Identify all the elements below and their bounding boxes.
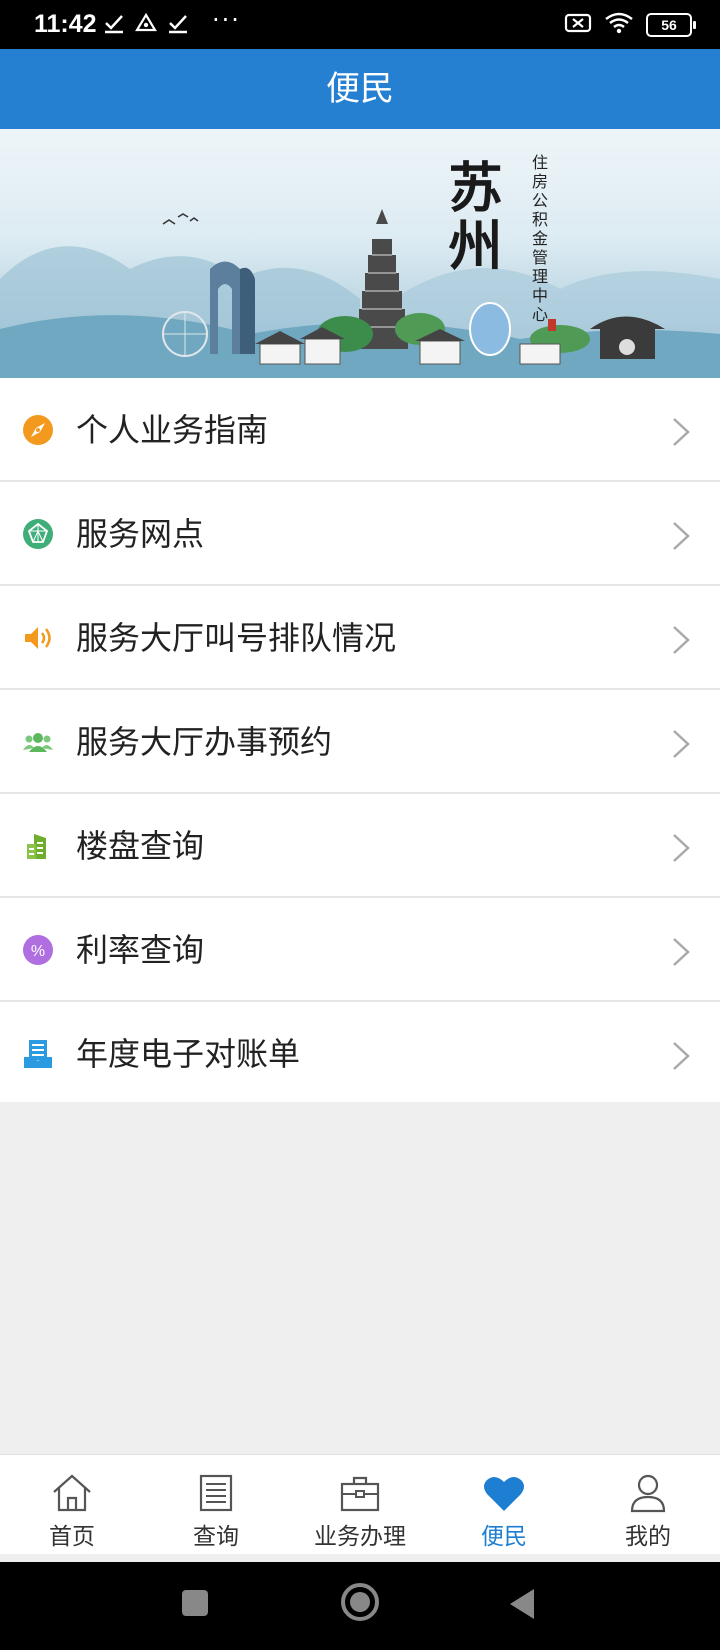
wifi-icon	[604, 12, 634, 38]
menu-item-label: 年度电子对账单	[76, 1035, 301, 1073]
tab-business[interactable]: 业务办理	[288, 1455, 432, 1555]
no-sim-icon	[564, 12, 592, 38]
percent-icon: %	[23, 935, 53, 965]
menu-item-property-query[interactable]: 楼盘查询	[0, 794, 720, 898]
location-network-icon	[23, 519, 53, 549]
tab-profile[interactable]: 我的	[576, 1455, 720, 1555]
compass-icon	[23, 415, 53, 445]
menu-item-label: 个人业务指南	[76, 411, 269, 449]
status-notification-icons	[103, 12, 189, 34]
menu-item-appointment[interactable]: 服务大厅办事预约	[0, 690, 720, 794]
menu-item-queue-status[interactable]: 服务大厅叫号排队情况	[0, 586, 720, 690]
drive-icon	[135, 12, 157, 34]
heart-icon	[484, 1476, 524, 1511]
check-icon	[103, 12, 125, 34]
chevron-right-icon	[673, 418, 690, 446]
speaker-icon	[25, 627, 51, 649]
tab-label: 便民	[481, 1524, 527, 1550]
menu-item-label: 服务大厅办事预约	[76, 723, 333, 761]
menu-item-label: 楼盘查询	[76, 827, 205, 865]
service-menu: 个人业务指南 服务网点 服务大厅叫号排队情况 服务大厅办事预约 楼盘查询 % 利…	[0, 378, 720, 1102]
tab-query[interactable]: 查询	[144, 1455, 288, 1555]
back-button[interactable]	[506, 1586, 538, 1622]
system-navigation-bar	[0, 1562, 720, 1650]
chevron-right-icon	[673, 730, 690, 758]
chevron-right-icon	[673, 834, 690, 862]
home-icon	[53, 1474, 91, 1512]
recent-apps-button[interactable]	[180, 1588, 210, 1618]
status-time: 11:42	[34, 10, 97, 38]
tab-label: 我的	[625, 1524, 671, 1550]
chevron-right-icon	[673, 938, 690, 966]
tab-label: 业务办理	[314, 1524, 406, 1550]
more-notifications-icon: ···	[212, 6, 241, 34]
banner-illustration	[0, 209, 720, 378]
bottom-tab-bar: 首页 查询 业务办理 便民 我的	[0, 1454, 720, 1555]
status-system-icons: 56	[564, 12, 696, 38]
briefcase-icon	[340, 1476, 380, 1512]
banner-org-name: 住房公积金管理中心	[529, 154, 548, 325]
tab-home[interactable]: 首页	[0, 1455, 144, 1555]
menu-item-service-outlets[interactable]: 服务网点	[0, 482, 720, 586]
chevron-right-icon	[673, 1042, 690, 1070]
menu-item-label: 服务网点	[76, 515, 205, 553]
chevron-right-icon	[673, 626, 690, 654]
document-icon	[199, 1474, 233, 1512]
tab-label: 首页	[49, 1524, 95, 1550]
tab-bar-bottom-strip	[0, 1554, 720, 1562]
tab-convenience[interactable]: 便民	[432, 1455, 576, 1555]
tab-label: 查询	[193, 1524, 239, 1550]
battery-icon: 56	[646, 13, 696, 37]
statement-icon	[24, 1040, 52, 1068]
chevron-right-icon	[673, 522, 690, 550]
svg-text:%: %	[31, 943, 45, 960]
suzhou-banner: 苏州 住房公积金管理中心	[0, 129, 720, 378]
menu-item-rate-query[interactable]: % 利率查询	[0, 898, 720, 1002]
banner-city-name: 苏州	[439, 159, 503, 275]
page-title: 便民	[0, 49, 720, 129]
buildings-icon	[27, 834, 46, 859]
users-icon	[23, 733, 53, 752]
menu-item-personal-guide[interactable]: 个人业务指南	[0, 378, 720, 482]
person-icon	[630, 1474, 666, 1513]
menu-item-label: 服务大厅叫号排队情况	[76, 619, 397, 657]
menu-item-label: 利率查询	[76, 931, 205, 969]
menu-item-annual-statement[interactable]: 年度电子对账单	[0, 1002, 720, 1102]
check-icon	[167, 12, 189, 34]
status-bar: 11:42 ··· 56	[0, 0, 720, 49]
home-button[interactable]	[340, 1582, 380, 1622]
